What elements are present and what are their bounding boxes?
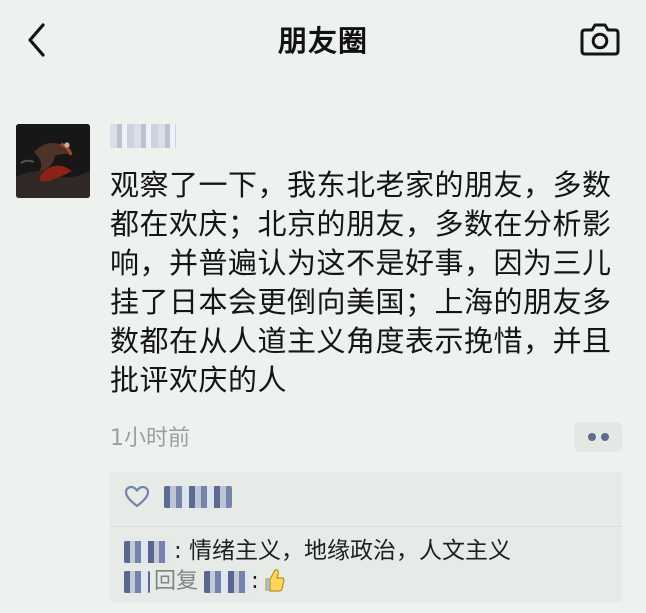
- heart-icon: [124, 485, 150, 508]
- reply-label: 回复: [154, 569, 199, 594]
- thumbs-up-icon: [265, 569, 285, 592]
- camera-button[interactable]: [578, 20, 622, 58]
- author-name[interactable]: [110, 124, 176, 148]
- reply-target-name[interactable]: [204, 570, 250, 593]
- moments-post: 观察了一下，我东北老家的朋友，多数 都在欢庆；北京的朋友，多数在分析影 响，并普…: [0, 90, 646, 613]
- likes-row: [124, 482, 604, 514]
- more-dots-icon: [601, 433, 609, 441]
- comment-item[interactable]: : 情绪主义，地缘政治，人文主义: [124, 534, 614, 568]
- comment-item[interactable]: 回复:: [124, 564, 614, 598]
- comment-separator: :: [174, 538, 182, 564]
- page-title: 朋友圈: [277, 24, 368, 58]
- camera-icon: [580, 23, 620, 56]
- likes-and-comments-panel: : 情绪主义，地缘政治，人文主义 回复:: [110, 472, 622, 602]
- commenter-name[interactable]: [124, 540, 172, 563]
- comment-separator: :: [251, 568, 259, 594]
- commenter-name[interactable]: [124, 570, 150, 593]
- likes-divider: [110, 526, 622, 527]
- more-actions-button[interactable]: [574, 422, 622, 452]
- moments-screen: 朋友圈 观察了一下，我东北老家的朋友，多数 都在欢庆；北京的朋友，多数在分析影 …: [0, 0, 646, 613]
- top-navigation-bar: 朋友圈: [0, 0, 646, 78]
- avatar-image: [16, 124, 90, 198]
- liker-name[interactable]: [164, 486, 232, 508]
- post-text: 观察了一下，我东北老家的朋友，多数 都在欢庆；北京的朋友，多数在分析影 响，并普…: [110, 168, 612, 397]
- avatar[interactable]: [16, 124, 90, 198]
- post-timestamp: 1小时前: [110, 426, 190, 451]
- more-dots-icon: [588, 433, 596, 441]
- comment-text: 情绪主义，地缘政治，人文主义: [181, 538, 512, 564]
